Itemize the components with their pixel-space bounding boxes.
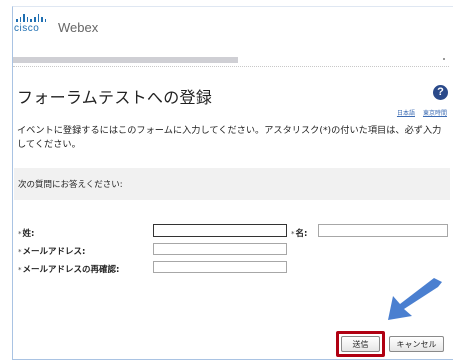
question-heading: 次の質問にお答えください: (18, 180, 123, 190)
language-link[interactable]: 日本語 (397, 108, 415, 117)
first-name-label: *名: (291, 227, 307, 239)
last-name-label: *姓: (18, 227, 34, 239)
divider-line (13, 66, 449, 67)
page-title: フォーラムテストへの登録 (17, 90, 213, 107)
last-name-field[interactable] (153, 224, 287, 237)
required-mark: * (291, 230, 295, 238)
required-mark: * (18, 266, 22, 274)
pointer-arrow-icon (388, 278, 442, 320)
cancel-button[interactable]: キャンセル (389, 336, 444, 352)
first-name-label-text: 名: (295, 229, 308, 239)
email-field[interactable] (153, 243, 287, 255)
email-label: *メールアドレス: (18, 245, 85, 257)
first-name-field[interactable] (318, 224, 448, 237)
header: cisco Webex (14, 14, 98, 38)
header-dot (443, 58, 445, 60)
product-name: Webex (58, 20, 99, 35)
cisco-bars-icon (16, 14, 47, 22)
last-name-label-text: 姓: (22, 229, 35, 239)
cisco-wordmark: cisco (14, 23, 40, 34)
email-confirm-label-text: メールアドレスの再確認: (22, 265, 120, 275)
email-confirm-field[interactable] (153, 261, 287, 273)
email-label-text: メールアドレス: (22, 247, 86, 257)
header-links: 日本語 東京時間 (397, 108, 447, 117)
cisco-logo: cisco (14, 14, 56, 34)
timezone-link[interactable]: 東京時間 (423, 108, 447, 117)
required-mark: * (18, 230, 22, 238)
email-confirm-label: *メールアドレスの再確認: (18, 263, 119, 275)
help-icon[interactable]: ? (433, 85, 448, 100)
submit-button[interactable]: 送信 (341, 336, 380, 352)
header-divider (13, 57, 238, 63)
required-mark: * (18, 248, 22, 256)
intro-text: イベントに登録するにはこのフォームに入力してください。アスタリスク(*)の付いた… (17, 125, 442, 150)
